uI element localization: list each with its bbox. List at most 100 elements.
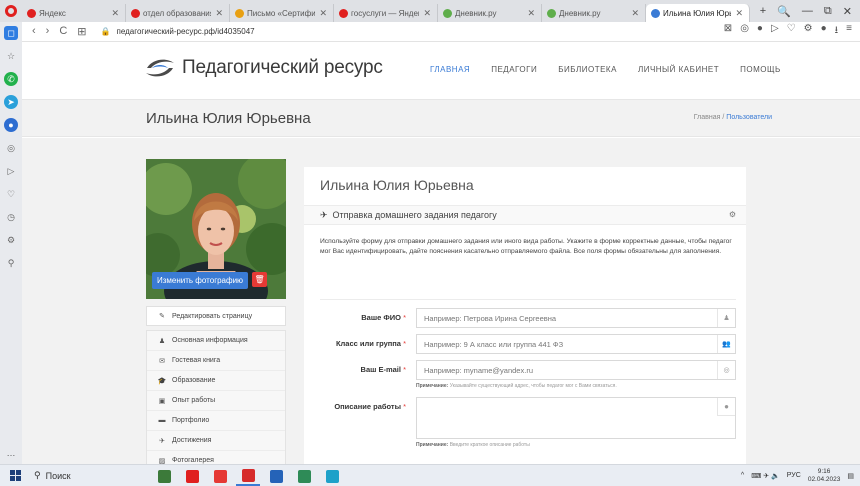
site-nav-item[interactable]: ЛИЧНЫЙ КАБИНЕТ — [638, 65, 719, 74]
url-field[interactable]: 🔒 педагогический-ресурс.рф/id4035047 — [101, 27, 255, 36]
back-icon[interactable]: ‹ — [32, 25, 36, 38]
site-nav-item[interactable]: ПЕДАГОГИ — [491, 65, 537, 74]
logo-mark-icon — [144, 57, 176, 79]
profile-menu-item[interactable]: 🎓 Образование — [147, 371, 285, 391]
profile-menu-item[interactable]: ♟ Основная информация — [147, 331, 285, 351]
gear-icon[interactable]: ⚙ — [729, 210, 736, 219]
history-icon[interactable]: ◷ — [4, 210, 18, 224]
taskbar-search[interactable]: ⚲ Поиск — [30, 470, 130, 481]
edge-app-icon[interactable] — [320, 466, 344, 486]
bookmark-icon[interactable]: ☆ — [4, 49, 18, 63]
clock[interactable]: 9:16 02.04.2023 — [808, 468, 841, 484]
maximize-icon[interactable]: ⧉ — [824, 5, 832, 18]
reload-icon[interactable]: C — [59, 25, 67, 38]
minimize-icon[interactable]: — — [802, 5, 813, 17]
breadcrumb-home[interactable]: Главная — [694, 114, 721, 121]
outlook-app-icon[interactable] — [264, 466, 288, 486]
description-textarea[interactable]: ● — [416, 397, 736, 439]
taskbar-apps — [152, 466, 344, 486]
browser-tab[interactable]: Дневник.ру ✕ — [438, 4, 542, 22]
browser-tab[interactable]: Яндекс ✕ — [22, 4, 126, 22]
class-input[interactable]: Например: 9 А класс или группа 441 ФЗ 👥 — [416, 334, 736, 354]
menu-item-icon: ▨ — [158, 457, 166, 465]
tab-favicon-icon — [651, 8, 660, 18]
web-page: Педагогический ресурс ГЛАВНАЯ ПЕДАГОГИ БИБ… — [22, 43, 860, 464]
new-tab-icon[interactable]: + — [760, 5, 766, 17]
site-nav-item[interactable]: БИБЛИОТЕКА — [558, 65, 617, 74]
notifications-icon[interactable]: ▤ — [847, 472, 854, 480]
windows-start-icon[interactable] — [0, 470, 30, 481]
window-controls: + 🔍 — ⧉ ✕ — [760, 5, 860, 18]
sidebar-more-icon[interactable]: … — [7, 448, 16, 458]
location-icon[interactable]: ⚲ — [4, 256, 18, 270]
tray-overflow-icon[interactable]: ^ — [741, 472, 744, 479]
menu-item-icon: 🎓 — [157, 377, 167, 385]
homework-form: Ваше ФИО * Например: Петрова Ирина Серге… — [320, 299, 736, 448]
profile-menu: ✎ Редактировать страницу ♟ Основная инфор… — [146, 306, 286, 464]
edit-page-link[interactable]: ✎ Редактировать страницу — [146, 306, 286, 326]
tab-close-icon[interactable]: ✕ — [735, 8, 743, 19]
player-icon[interactable]: ◎ — [4, 141, 18, 155]
profile-menu-item[interactable]: ▬ Портфолио — [147, 411, 285, 431]
close-window-icon[interactable]: ✕ — [843, 5, 852, 18]
heart-icon[interactable]: ♡ — [787, 23, 796, 40]
browser-tab[interactable]: Ильина Юлия Юрьевна — ✕ — [646, 4, 750, 22]
site-nav-item[interactable]: ГЛАВНАЯ — [430, 65, 470, 74]
tab-close-icon[interactable]: ✕ — [631, 8, 639, 19]
flow-icon[interactable]: ▷ — [771, 23, 779, 40]
language-indicator[interactable]: РУС — [787, 472, 801, 479]
yandex-app-icon[interactable] — [180, 466, 204, 486]
flow-icon[interactable]: ▷ — [4, 164, 18, 178]
tab-close-icon[interactable]: ✕ — [527, 8, 535, 19]
forward-icon[interactable]: › — [46, 25, 50, 38]
vk-icon[interactable]: ● — [4, 118, 18, 132]
extensions-icon[interactable]: ⚙ — [804, 23, 813, 40]
whatsapp-icon[interactable]: ✆ — [4, 72, 18, 86]
profile-menu-item[interactable]: ▨ Фотогалерея — [147, 451, 285, 464]
heart-icon[interactable]: ♡ — [4, 187, 18, 201]
opera-home-icon[interactable]: ◻ — [4, 26, 18, 40]
profile-menu-item[interactable]: ✈ Достижения — [147, 431, 285, 451]
landscape-app-icon[interactable] — [152, 466, 176, 486]
browser-tab[interactable]: Письмо «Сертификат Ил✕ — [230, 4, 334, 22]
delete-photo-icon[interactable]: 🗑 — [252, 272, 268, 287]
change-photo-button[interactable]: Изменить фотографию — [152, 272, 249, 289]
explorer-app-icon[interactable] — [292, 466, 316, 486]
email-label: Ваш E-mail * — [320, 360, 406, 389]
tab-close-icon[interactable]: ✕ — [215, 8, 223, 19]
telegram-icon[interactable]: ➤ — [4, 95, 18, 109]
desc-col: ● Примечание: Введите краткое описание р… — [416, 397, 736, 448]
profile-icon[interactable]: ● — [821, 23, 827, 40]
opera-app-icon[interactable] — [236, 466, 260, 486]
site-nav-item[interactable]: ПОМОЩЬ — [740, 65, 781, 74]
nav-buttons: ‹ › C ⊞ — [32, 25, 87, 38]
browser-tab[interactable]: госуслуги — Яндекс нашл ✕ — [334, 4, 438, 22]
site-logo[interactable]: Педагогический ресурс — [144, 57, 383, 79]
email-row: Ваш E-mail * Например: myname@yandex.ru … — [320, 360, 736, 389]
download-icon[interactable]: ⭳ — [835, 23, 839, 40]
email-input[interactable]: Например: myname@yandex.ru ◎ — [416, 360, 736, 380]
profile-menu-item[interactable]: ✉ Гостевая книга — [147, 351, 285, 371]
menu-icon[interactable]: ≡ — [846, 23, 852, 40]
required-mark: * — [403, 313, 406, 322]
search-tabs-icon[interactable]: 🔍 — [777, 5, 791, 18]
tab-close-icon[interactable]: ✕ — [319, 8, 327, 19]
tray-icons[interactable]: ⌨ ✈ 🔈 — [751, 472, 780, 480]
files-app-icon[interactable] — [208, 466, 232, 486]
snapshot-icon[interactable]: ⊠ — [724, 23, 732, 40]
site-nav: ГЛАВНАЯ ПЕДАГОГИ БИБЛИОТЕКА ЛИЧНЫЙ КАБИНЕТ П… — [430, 65, 781, 74]
speed-dial-icon[interactable]: ⊞ — [77, 25, 86, 38]
profile-menu-item[interactable]: ▣ Опыт работы — [147, 391, 285, 411]
camera-icon[interactable]: ◎ — [740, 23, 749, 40]
tab-close-icon[interactable]: ✕ — [423, 8, 431, 19]
browser-tab[interactable]: отдел образования цине✕ — [126, 4, 230, 22]
profile-card: Ильина Юлия Юрьевна ✈ Отправка домашнего … — [304, 167, 746, 464]
fio-input[interactable]: Например: Петрова Ирина Сергеевна ♟ — [416, 308, 736, 328]
settings-icon[interactable]: ⚙ — [4, 233, 18, 247]
browser-tab[interactable]: Дневник.ру ✕ — [542, 4, 646, 22]
tab-close-icon[interactable]: ✕ — [111, 8, 119, 19]
breadcrumb-current[interactable]: Пользователи — [726, 114, 772, 121]
vpn-icon[interactable]: ● — [757, 23, 763, 40]
opera-logo-icon[interactable] — [0, 0, 22, 22]
desc-row: Описание работы * ● Примечание: Введите … — [320, 397, 736, 448]
